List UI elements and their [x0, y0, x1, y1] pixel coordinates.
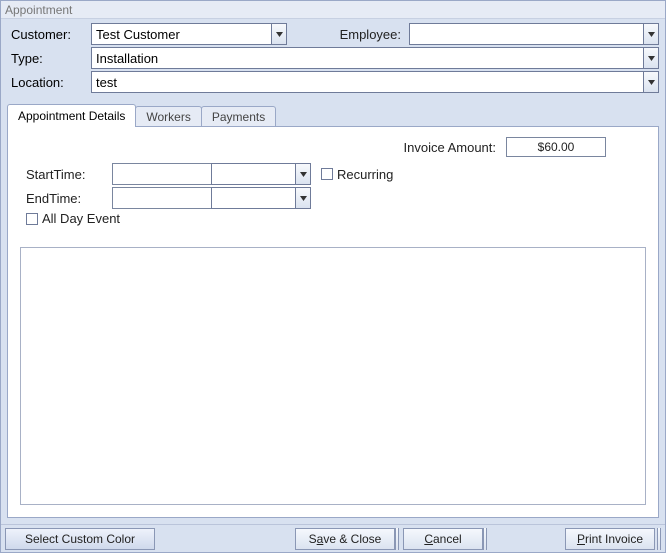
tab-workers[interactable]: Workers	[135, 106, 201, 127]
recurring-checkbox[interactable]	[321, 168, 333, 180]
starttime-time-input[interactable]	[211, 163, 295, 185]
save-and-close-button[interactable]: Save & Close	[295, 528, 395, 550]
footer: Select Custom Color Save & Close Cancel …	[1, 524, 665, 552]
employee-combo[interactable]	[409, 23, 659, 45]
allday-label: All Day Event	[42, 211, 120, 226]
allday-checkbox[interactable]	[26, 213, 38, 225]
location-label: Location:	[7, 73, 91, 92]
type-label: Type:	[7, 49, 91, 68]
appointment-window: Appointment Customer: Employee: Type: Lo…	[0, 0, 666, 553]
starttime-label: StartTime:	[20, 167, 112, 182]
tab-appointment-details[interactable]: Appointment Details	[7, 104, 136, 127]
customer-label: Customer:	[7, 25, 91, 44]
invoice-amount-label: Invoice Amount:	[404, 140, 497, 155]
employee-input[interactable]	[409, 23, 643, 45]
chevron-down-icon[interactable]	[295, 187, 311, 209]
chevron-down-icon[interactable]	[643, 47, 659, 69]
header-form: Customer: Employee: Type: Location:	[1, 19, 665, 103]
tab-body: Invoice Amount: $60.00 StartTime: Recurr…	[7, 126, 659, 518]
endtime-time-input[interactable]	[211, 187, 295, 209]
cancel-button[interactable]: Cancel	[403, 528, 483, 550]
print-invoice-button[interactable]: Print Invoice	[565, 528, 655, 550]
type-combo[interactable]	[91, 47, 659, 69]
starttime-time-combo[interactable]	[211, 163, 311, 185]
customer-combo[interactable]	[91, 23, 287, 45]
tabs-region: Appointment Details Workers Payments Inv…	[1, 103, 665, 524]
chevron-down-icon[interactable]	[643, 71, 659, 93]
invoice-amount-value: $60.00	[506, 137, 606, 157]
endtime-date-input[interactable]	[112, 187, 212, 209]
select-custom-color-button[interactable]: Select Custom Color	[5, 528, 155, 550]
tabstrip: Appointment Details Workers Payments	[7, 103, 659, 127]
window-title: Appointment	[1, 1, 665, 19]
type-input[interactable]	[91, 47, 643, 69]
starttime-date-input[interactable]	[112, 163, 212, 185]
location-combo[interactable]	[91, 71, 659, 93]
tab-payments[interactable]: Payments	[201, 106, 276, 127]
notes-textarea[interactable]	[20, 247, 646, 505]
employee-label: Employee:	[329, 27, 409, 42]
endtime-time-combo[interactable]	[211, 187, 311, 209]
customer-input[interactable]	[91, 23, 271, 45]
recurring-label: Recurring	[337, 167, 393, 182]
chevron-down-icon[interactable]	[643, 23, 659, 45]
location-input[interactable]	[91, 71, 643, 93]
chevron-down-icon[interactable]	[295, 163, 311, 185]
endtime-label: EndTime:	[20, 191, 112, 206]
chevron-down-icon[interactable]	[271, 23, 287, 45]
